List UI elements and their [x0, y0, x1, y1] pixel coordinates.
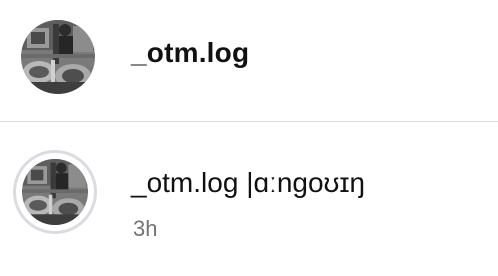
avatar-photo-icon	[21, 20, 95, 94]
account-avatar[interactable]	[21, 20, 95, 94]
account-row[interactable]: _otm.log	[0, 0, 498, 121]
post-timestamp: 3h	[133, 216, 158, 241]
post-avatar[interactable]	[22, 159, 88, 225]
avatar-photo-icon	[22, 159, 88, 225]
account-username[interactable]: _otm.log	[131, 36, 249, 70]
post-username[interactable]: _otm.log	[131, 167, 238, 198]
post-row[interactable]: _otm.log |ɑːngoʊɪŋ 3h	[0, 122, 498, 276]
post-title[interactable]: _otm.log |ɑːngoʊɪŋ	[131, 166, 365, 200]
story-ring[interactable]	[13, 150, 97, 234]
post-caption: |ɑːngoʊɪŋ	[246, 167, 365, 198]
